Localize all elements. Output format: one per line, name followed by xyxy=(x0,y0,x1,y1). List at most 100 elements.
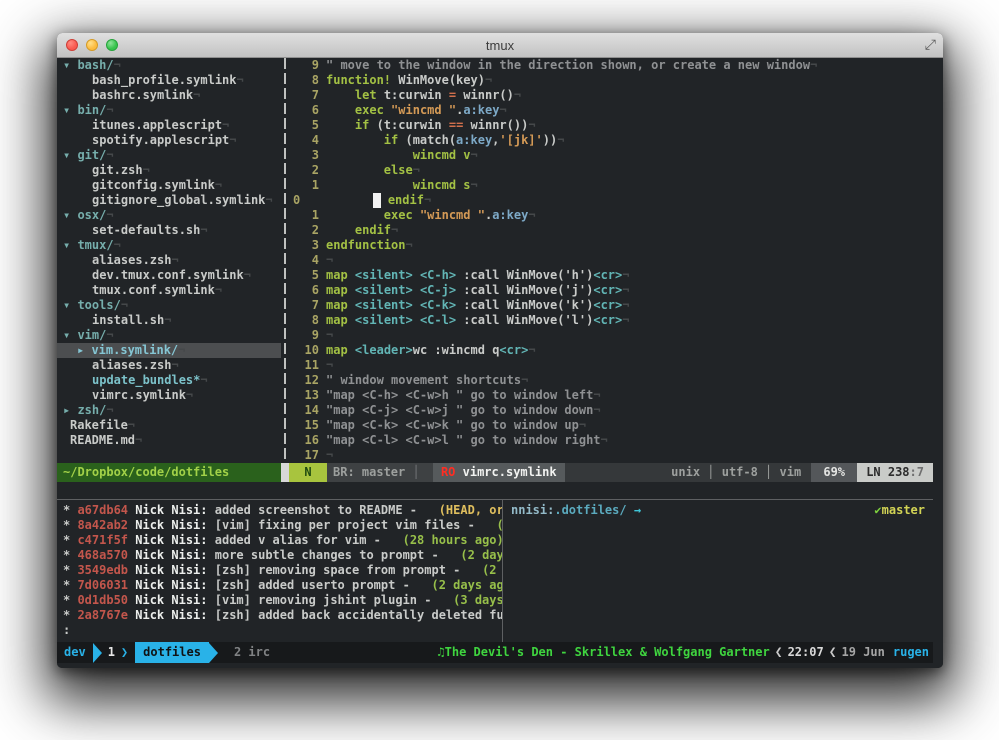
tree-item[interactable]: git.zsh¬ xyxy=(57,163,281,178)
close-button[interactable] xyxy=(66,39,78,51)
code-line[interactable]: 7 let t:curwin = winnr()¬ xyxy=(289,88,933,103)
shell-pane[interactable]: nnisi:.dotfiles/ → ✔master xyxy=(503,500,933,642)
shell-prompt-row: nnisi:.dotfiles/ → ✔master xyxy=(503,503,933,518)
tmux-window-index[interactable]: 1 xyxy=(102,645,121,660)
code-line[interactable]: 10map <leader>wc :wincmd q<cr>¬ xyxy=(289,343,933,358)
code-line[interactable]: 3 wincmd v¬ xyxy=(289,148,933,163)
code-line[interactable]: 8function! WinMove(key)¬ xyxy=(289,73,933,88)
tree-item-label: gitconfig.symlink xyxy=(92,178,215,192)
tree-item[interactable]: update_bundles*¬ xyxy=(57,373,281,388)
code-line[interactable]: 8map <silent> <C-l> :call WinMove('l')<c… xyxy=(289,313,933,328)
code-line[interactable]: 15"map <C-k> <C-w>k " go to window up¬ xyxy=(289,418,933,433)
code-line[interactable]: 9¬ xyxy=(289,328,933,343)
tree-item[interactable]: ▸ zsh/¬ xyxy=(57,403,281,418)
code-line[interactable]: 1 exec "wincmd ".a:key¬ xyxy=(289,208,933,223)
check-icon: ✔ xyxy=(874,503,881,517)
code-line[interactable]: 5 if (t:curwin == winnr())¬ xyxy=(289,118,933,133)
code-line[interactable]: 1 wincmd s¬ xyxy=(289,178,933,193)
log-segment: * xyxy=(63,578,77,592)
code-line[interactable]: 4 if (match(a:key,'[jk]'))¬ xyxy=(289,133,933,148)
editor-pane[interactable]: 9" move to the window in the direction s… xyxy=(289,58,933,463)
line-number-gutter: 5 xyxy=(289,118,326,133)
tmux-active-window-tab[interactable]: dotfiles xyxy=(135,642,209,663)
code-line[interactable]: 2 endif¬ xyxy=(289,223,933,238)
code-line[interactable]: 17¬ xyxy=(289,448,933,463)
tree-item[interactable]: ▾ bin/¬ xyxy=(57,103,281,118)
code-segment xyxy=(326,163,384,178)
title-bar[interactable]: tmux ⤢ xyxy=(57,33,943,58)
log-segment: Nick Nisi: xyxy=(128,548,207,562)
tree-item[interactable]: vimrc.symlink¬ xyxy=(57,388,281,403)
tree-item[interactable]: ▾ git/¬ xyxy=(57,148,281,163)
pager-prompt[interactable]: : xyxy=(57,623,502,638)
tree-item[interactable]: gitignore_global.symlink¬ xyxy=(57,193,281,208)
tmux-status-right: ♫ The Devil's Den - Skrillex & Wolfgang … xyxy=(437,645,933,660)
tree-item[interactable]: ▸ vim.symlink/¬ xyxy=(57,343,281,358)
tree-item[interactable]: tmux.conf.symlink¬ xyxy=(57,283,281,298)
code-line[interactable]: 3endfunction¬ xyxy=(289,238,933,253)
code-segment: "map <C-l> <C-w>l " go to window right xyxy=(326,433,601,448)
code-line[interactable]: 2 else¬ xyxy=(289,163,933,178)
code-line[interactable]: 0 endif¬ xyxy=(289,193,933,208)
code-line[interactable]: 4¬ xyxy=(289,253,933,268)
code-segment xyxy=(348,283,355,298)
tree-item-label: tmux.conf.symlink xyxy=(92,283,215,297)
code-line[interactable]: 14"map <C-j> <C-w>j " go to window down¬ xyxy=(289,403,933,418)
code-segment: " move to the window in the direction sh… xyxy=(326,58,810,73)
tree-item[interactable]: dev.tmux.conf.symlink¬ xyxy=(57,268,281,283)
code-segment: , xyxy=(492,133,499,148)
tree-item[interactable]: ▾ osx/¬ xyxy=(57,208,281,223)
tree-item[interactable]: install.sh¬ xyxy=(57,313,281,328)
code-line[interactable]: 16"map <C-l> <C-w>l " go to window right… xyxy=(289,433,933,448)
branch-segment: BR: master │ xyxy=(327,463,433,482)
code-segment xyxy=(348,313,355,328)
code-segment xyxy=(413,208,420,223)
tree-item[interactable]: spotify.applescript¬ xyxy=(57,133,281,148)
code-line[interactable]: 7map <silent> <C-k> :call WinMove('k')<c… xyxy=(289,298,933,313)
tmux-session-name[interactable]: dev xyxy=(64,645,86,660)
code-line[interactable]: 13"map <C-h> <C-w>h " go to window left¬ xyxy=(289,388,933,403)
vim-commandline[interactable] xyxy=(57,482,933,499)
vertical-split-handle[interactable] xyxy=(281,58,289,463)
tmux-window-tab-irc[interactable]: 2 irc xyxy=(234,645,270,660)
chevron-open-icon: ▾ xyxy=(63,148,77,162)
tree-item-label: set-defaults.sh xyxy=(92,223,200,237)
tree-item[interactable]: gitconfig.symlink¬ xyxy=(57,178,281,193)
tree-item[interactable]: ▾ tools/¬ xyxy=(57,298,281,313)
tree-item[interactable]: ▾ bash/¬ xyxy=(57,58,281,73)
tree-item[interactable]: aliases.zsh¬ xyxy=(57,253,281,268)
git-log-pane[interactable]: * a67db64 Nick Nisi: added screenshot to… xyxy=(57,500,503,642)
code-line[interactable]: 5map <silent> <C-h> :call WinMove('h')<c… xyxy=(289,268,933,283)
shell-prompt[interactable]: nnisi:.dotfiles/ → xyxy=(511,503,641,518)
tree-item[interactable]: aliases.zsh¬ xyxy=(57,358,281,373)
log-segment: * xyxy=(63,563,77,577)
code-line[interactable]: 6 exec "wincmd ".a:key¬ xyxy=(289,103,933,118)
code-line[interactable]: 12" window movement shortcuts¬ xyxy=(289,373,933,388)
tree-item[interactable]: ▾ tmux/¬ xyxy=(57,238,281,253)
minimize-button[interactable] xyxy=(86,39,98,51)
zoom-button[interactable] xyxy=(106,39,118,51)
resize-icon[interactable]: ⤢ xyxy=(925,36,936,53)
code-segment xyxy=(348,298,355,313)
segment-separator: │ xyxy=(405,465,427,479)
log-segment: Nick Nisi: xyxy=(128,533,207,547)
code-line[interactable]: 9" move to the window in the direction s… xyxy=(289,58,933,73)
tree-item[interactable]: set-defaults.sh¬ xyxy=(57,223,281,238)
code-segment: endif xyxy=(388,193,424,208)
tree-item[interactable]: ▾ vim/¬ xyxy=(57,328,281,343)
code-line[interactable]: 6map <silent> <C-j> :call WinMove('j')<c… xyxy=(289,283,933,298)
tree-item[interactable]: README.md¬ xyxy=(57,433,281,448)
code-segment: <cr> xyxy=(593,283,622,298)
code-line[interactable]: 11¬ xyxy=(289,358,933,373)
file-segment: RO vimrc.symlink xyxy=(433,463,565,482)
tree-item[interactable]: Rakefile¬ xyxy=(57,418,281,433)
line-number-gutter: 15 xyxy=(289,418,326,433)
chevron-open-icon: ▾ xyxy=(63,58,77,72)
tree-item[interactable]: bashrc.symlink¬ xyxy=(57,88,281,103)
tree-item[interactable]: itunes.applescript¬ xyxy=(57,118,281,133)
tree-item[interactable]: bash_profile.symlink¬ xyxy=(57,73,281,88)
log-segment: (2 xyxy=(497,518,503,532)
log-segment: * xyxy=(63,533,77,547)
eol-marker: ¬ xyxy=(178,343,185,357)
line-number-gutter: 8 xyxy=(289,313,326,328)
